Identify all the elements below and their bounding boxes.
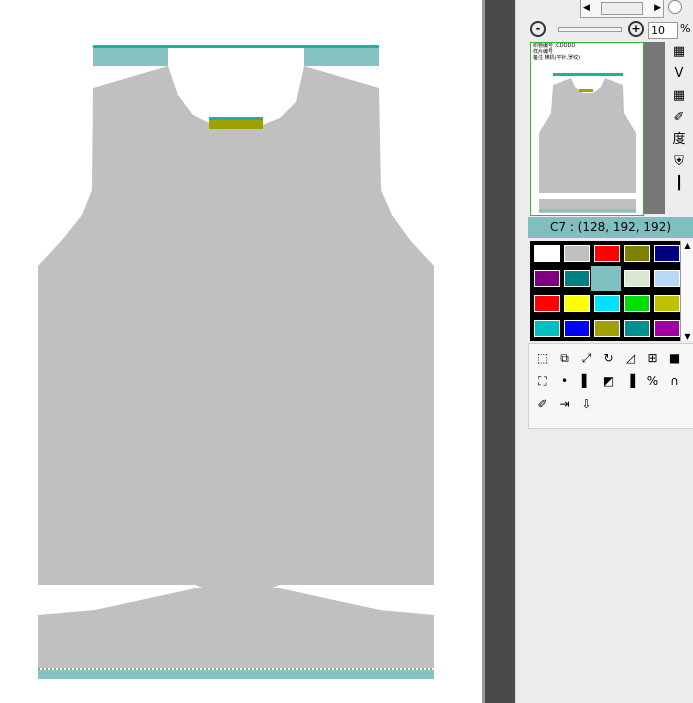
scroll-up-icon[interactable]: ▲ — [681, 241, 693, 250]
palette-scrollbar[interactable]: ▲ ▼ — [680, 241, 693, 341]
color-swatch[interactable] — [654, 245, 680, 262]
color-swatch[interactable] — [594, 320, 620, 337]
panel-divider[interactable] — [515, 0, 529, 703]
pen-icon[interactable]: ✐ — [533, 395, 552, 414]
color-swatch[interactable] — [564, 245, 590, 262]
color-swatch[interactable] — [624, 270, 650, 287]
bucket-icon[interactable]: ⛶ — [533, 372, 552, 391]
scroll-left-icon[interactable]: ◀ — [583, 3, 590, 13]
fill-black-icon[interactable]: ■ — [665, 349, 684, 368]
color-swatch[interactable] — [534, 320, 560, 337]
rotate-360-icon[interactable]: ↻ — [599, 349, 618, 368]
color-swatch[interactable] — [624, 245, 650, 262]
chart-icon[interactable]: % — [643, 372, 662, 391]
garment-body — [38, 66, 434, 668]
color-swatch[interactable] — [624, 320, 650, 337]
color-swatch[interactable] — [564, 295, 590, 312]
stack-icon[interactable]: ▐ — [621, 372, 640, 391]
split-icon[interactable]: ▌ — [577, 372, 596, 391]
copy-icon[interactable]: ⧉ — [555, 349, 574, 368]
color-swatch[interactable] — [654, 295, 680, 312]
drawing-toolbar: ⬚ ⧉ ⤢ ↻ ◿ ⊞ ■ ⛶ • ▌ ◩ ▐% ∩ ✐ ⇥ ⇩ — [528, 343, 693, 429]
grid-icon[interactable]: ▦ — [669, 42, 689, 62]
color-swatch[interactable] — [624, 295, 650, 312]
preview-hem-band — [539, 209, 636, 212]
zoom-row: - + 10 % — [528, 20, 693, 39]
grid-cell-icon[interactable]: ⊞ — [643, 349, 662, 368]
color-swatch[interactable] — [594, 295, 620, 312]
preview-neck — [579, 89, 593, 92]
design-canvas[interactable] — [0, 0, 482, 703]
color-info-bar: C7 : (128, 192, 192) — [528, 217, 693, 238]
bars-icon[interactable]: ┃ — [669, 174, 689, 194]
degree-icon[interactable]: 度 — [669, 130, 689, 150]
preview-scrollbar[interactable] — [644, 42, 665, 214]
diagonal-icon[interactable]: ◩ — [599, 372, 618, 391]
workspace-gutter — [485, 0, 515, 703]
scroll-down-icon[interactable]: ▼ — [681, 332, 693, 341]
color-swatch[interactable] — [534, 270, 560, 287]
perspective-icon[interactable]: ◿ — [621, 349, 640, 368]
pipe-icon[interactable]: • — [555, 372, 574, 391]
scroll-thumb[interactable] — [601, 2, 643, 15]
right-panel: ◀ ▶ - + 10 % 织物编号 :CDDDD 样片编号 备注 横机(平针,罗… — [528, 0, 693, 703]
color-swatch[interactable] — [534, 245, 560, 262]
select-icon[interactable]: ⬚ — [533, 349, 552, 368]
color-swatch[interactable] — [594, 245, 620, 262]
shield-icon[interactable]: ⛨ — [669, 152, 689, 172]
preview-collar — [553, 73, 623, 76]
color-swatch[interactable] — [591, 266, 621, 291]
move-col-icon[interactable]: ⇩ — [577, 395, 596, 414]
zoom-out-icon[interactable]: - — [530, 21, 546, 37]
table-icon[interactable]: ▦ — [669, 86, 689, 106]
garment-body-shape — [38, 66, 434, 585]
preview-garment — [539, 73, 636, 213]
hem-band — [38, 670, 434, 679]
color-swatch[interactable] — [654, 320, 680, 337]
resize-icon[interactable]: ⤢ — [577, 349, 596, 368]
option-circle[interactable] — [668, 0, 682, 14]
zoom-input[interactable]: 10 — [648, 22, 678, 39]
thumbnail-preview[interactable]: 织物编号 :CDDDD 样片编号 备注 横机(平针,罗纹) — [530, 42, 644, 216]
arch-icon[interactable]: ∩ — [665, 372, 684, 391]
side-tool-column: ▦ V ▦ ✐ 度 ⛨ ┃ — [669, 42, 691, 196]
zoom-in-icon[interactable]: + — [628, 21, 644, 37]
preview-body — [539, 78, 636, 193]
zoom-slider[interactable] — [558, 27, 622, 32]
color-swatch[interactable] — [654, 270, 680, 287]
color-swatch[interactable] — [564, 320, 590, 337]
neck-rib-olive — [209, 120, 263, 129]
v-shape-icon[interactable]: V — [669, 64, 689, 84]
scroll-right-icon[interactable]: ▶ — [654, 3, 661, 13]
zoom-unit: % — [680, 22, 691, 35]
horizontal-scroll-strip[interactable]: ◀ ▶ — [580, 0, 664, 18]
color-swatch[interactable] — [564, 270, 590, 287]
color-palette — [530, 241, 680, 341]
color-swatch[interactable] — [534, 295, 560, 312]
pen-icon[interactable]: ✐ — [669, 108, 689, 128]
move-row-icon[interactable]: ⇥ — [555, 395, 574, 414]
